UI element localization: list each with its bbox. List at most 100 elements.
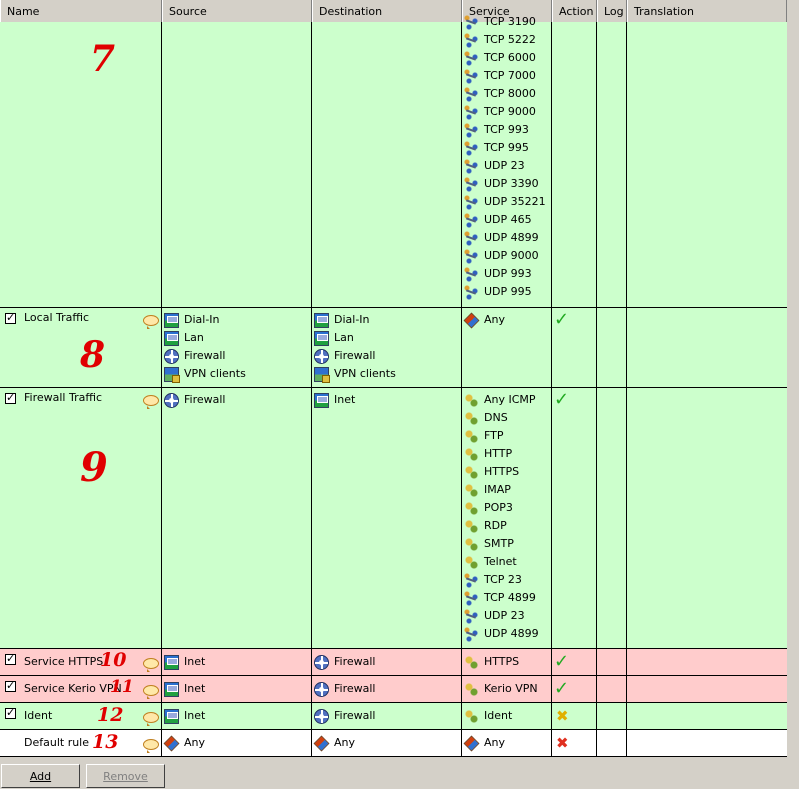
list-item[interactable]: Lan bbox=[314, 329, 396, 347]
list-item[interactable]: Firewall bbox=[164, 347, 246, 365]
table-row-rule-9[interactable]: Firewall Traffic 9 Firewall Inet Any ICM… bbox=[0, 388, 787, 649]
rule-enabled-checkbox[interactable] bbox=[5, 652, 16, 665]
list-item[interactable]: Any ICMP bbox=[464, 391, 539, 409]
list-item[interactable]: UDP 465 bbox=[464, 211, 546, 229]
list-item[interactable]: Firewall bbox=[314, 653, 375, 671]
list-item[interactable]: SMTP bbox=[464, 535, 539, 553]
list-item[interactable]: POP3 bbox=[464, 499, 539, 517]
list-item[interactable]: VPN clients bbox=[164, 365, 246, 383]
list-item[interactable]: UDP 4899 bbox=[464, 229, 546, 247]
list-item[interactable]: UDP 995 bbox=[464, 283, 546, 301]
list-item[interactable]: Firewall bbox=[314, 680, 375, 698]
list-item[interactable]: UDP 9000 bbox=[464, 247, 546, 265]
deny-x-icon: ✖ bbox=[556, 734, 569, 752]
firewall-icon bbox=[164, 392, 179, 408]
table-row-rule-8[interactable]: Local Traffic 8 Dial-In Lan Firewall VPN… bbox=[0, 308, 787, 388]
col-destination-header[interactable]: Destination bbox=[312, 0, 462, 22]
list-item[interactable]: UDP 993 bbox=[464, 265, 546, 283]
comment-icon[interactable] bbox=[143, 658, 159, 672]
list-item[interactable]: Dial-In bbox=[164, 311, 246, 329]
table-row-rule-12[interactable]: Ident 12 Inet Firewall Ident ✖ bbox=[0, 703, 787, 730]
service-list: Any bbox=[463, 311, 505, 387]
list-item[interactable]: Lan bbox=[164, 329, 246, 347]
permit-check-icon: ✓ bbox=[554, 651, 570, 672]
remove-button[interactable]: Remove bbox=[86, 764, 165, 788]
list-item[interactable]: HTTPS bbox=[464, 463, 539, 481]
list-item[interactable]: UDP 23 bbox=[464, 607, 539, 625]
comment-icon[interactable] bbox=[143, 315, 159, 329]
annotation-13: 13 bbox=[92, 731, 119, 753]
list-item[interactable]: Any bbox=[313, 734, 355, 752]
col-log-header[interactable]: Log bbox=[597, 0, 627, 22]
list-item[interactable]: TCP 23 bbox=[464, 571, 539, 589]
list-item[interactable]: Firewall bbox=[164, 391, 225, 409]
col-source-header[interactable]: Source bbox=[162, 0, 312, 22]
list-item[interactable]: TCP 3190 bbox=[464, 13, 546, 31]
list-item[interactable]: RDP bbox=[464, 517, 539, 535]
annotation-8: 8 bbox=[80, 334, 106, 376]
service-icon bbox=[464, 68, 479, 84]
action-cell[interactable]: ✓ bbox=[554, 680, 569, 702]
list-item[interactable]: Ident bbox=[464, 707, 512, 725]
list-item[interactable]: Firewall bbox=[314, 347, 396, 365]
comment-icon[interactable] bbox=[143, 712, 159, 726]
any-icon bbox=[463, 735, 480, 751]
list-item[interactable]: TCP 6000 bbox=[464, 49, 546, 67]
add-button[interactable]: Add bbox=[1, 764, 80, 788]
protocol-icon bbox=[464, 410, 479, 426]
list-item[interactable]: UDP 4899 bbox=[464, 625, 539, 643]
rule-enabled-checkbox[interactable] bbox=[5, 706, 16, 719]
list-item[interactable]: TCP 995 bbox=[464, 139, 546, 157]
list-item[interactable]: TCP 8000 bbox=[464, 85, 546, 103]
comment-icon[interactable] bbox=[143, 685, 159, 699]
firewall-icon bbox=[164, 348, 179, 364]
list-item[interactable]: VPN clients bbox=[314, 365, 396, 383]
annotation-10: 10 bbox=[100, 649, 127, 671]
action-cell[interactable]: ✓ bbox=[554, 311, 569, 387]
list-item[interactable]: HTTPS bbox=[464, 653, 519, 671]
action-cell[interactable]: ✓ bbox=[554, 653, 569, 675]
col-translation-header[interactable]: Translation bbox=[627, 0, 787, 22]
table-row-rule-10[interactable]: Service HTTPS 10 Inet Firewall HTTPS ✓ bbox=[0, 649, 787, 676]
list-item[interactable]: Dial-In bbox=[314, 311, 396, 329]
comment-icon[interactable] bbox=[143, 739, 159, 753]
action-cell[interactable]: ✖ bbox=[556, 734, 569, 756]
list-item[interactable]: DNS bbox=[464, 409, 539, 427]
rule-enabled-checkbox[interactable] bbox=[5, 311, 16, 324]
rule-enabled-checkbox[interactable] bbox=[5, 391, 16, 404]
firewall-icon bbox=[314, 348, 329, 364]
firewall-icon bbox=[314, 681, 329, 697]
list-item[interactable]: Any bbox=[463, 734, 505, 752]
col-action-header[interactable]: Action bbox=[552, 0, 597, 22]
list-item[interactable]: Inet bbox=[164, 653, 205, 671]
table-row-rule-13[interactable]: Default rule 13 Any Any Any ✖ bbox=[0, 730, 787, 757]
list-item[interactable]: Inet bbox=[164, 707, 205, 725]
action-cell[interactable]: ✓ bbox=[554, 391, 569, 648]
list-item[interactable]: UDP 35221 bbox=[464, 193, 546, 211]
list-item[interactable]: Any bbox=[163, 734, 205, 752]
protocol-icon bbox=[464, 554, 479, 570]
list-item[interactable]: Firewall bbox=[314, 707, 375, 725]
action-cell[interactable]: ✖ bbox=[556, 707, 569, 729]
list-item[interactable]: HTTP bbox=[464, 445, 539, 463]
list-item[interactable]: Inet bbox=[164, 680, 205, 698]
table-row-rule-7[interactable]: 7 TCP 3190 TCP 5222 TCP 6000 TCP 7000 TC… bbox=[0, 14, 787, 308]
list-item[interactable]: UDP 3390 bbox=[464, 175, 546, 193]
list-item[interactable]: FTP bbox=[464, 427, 539, 445]
list-item[interactable]: TCP 7000 bbox=[464, 67, 546, 85]
list-item[interactable]: TCP 5222 bbox=[464, 31, 546, 49]
protocol-icon bbox=[464, 446, 479, 462]
list-item[interactable]: Any bbox=[463, 311, 505, 329]
col-name-header[interactable]: Name bbox=[0, 0, 162, 22]
table-row-rule-11[interactable]: Service Kerio VPN 11 Inet Firewall Kerio… bbox=[0, 676, 787, 703]
list-item[interactable]: TCP 9000 bbox=[464, 103, 546, 121]
list-item[interactable]: Telnet bbox=[464, 553, 539, 571]
list-item[interactable]: TCP 4899 bbox=[464, 589, 539, 607]
list-item[interactable]: IMAP bbox=[464, 481, 539, 499]
comment-icon[interactable] bbox=[143, 395, 159, 409]
list-item[interactable]: Inet bbox=[314, 391, 355, 409]
list-item[interactable]: Kerio VPN bbox=[464, 680, 538, 698]
list-item[interactable]: UDP 23 bbox=[464, 157, 546, 175]
list-item[interactable]: TCP 993 bbox=[464, 121, 546, 139]
rule-enabled-checkbox[interactable] bbox=[5, 679, 16, 692]
